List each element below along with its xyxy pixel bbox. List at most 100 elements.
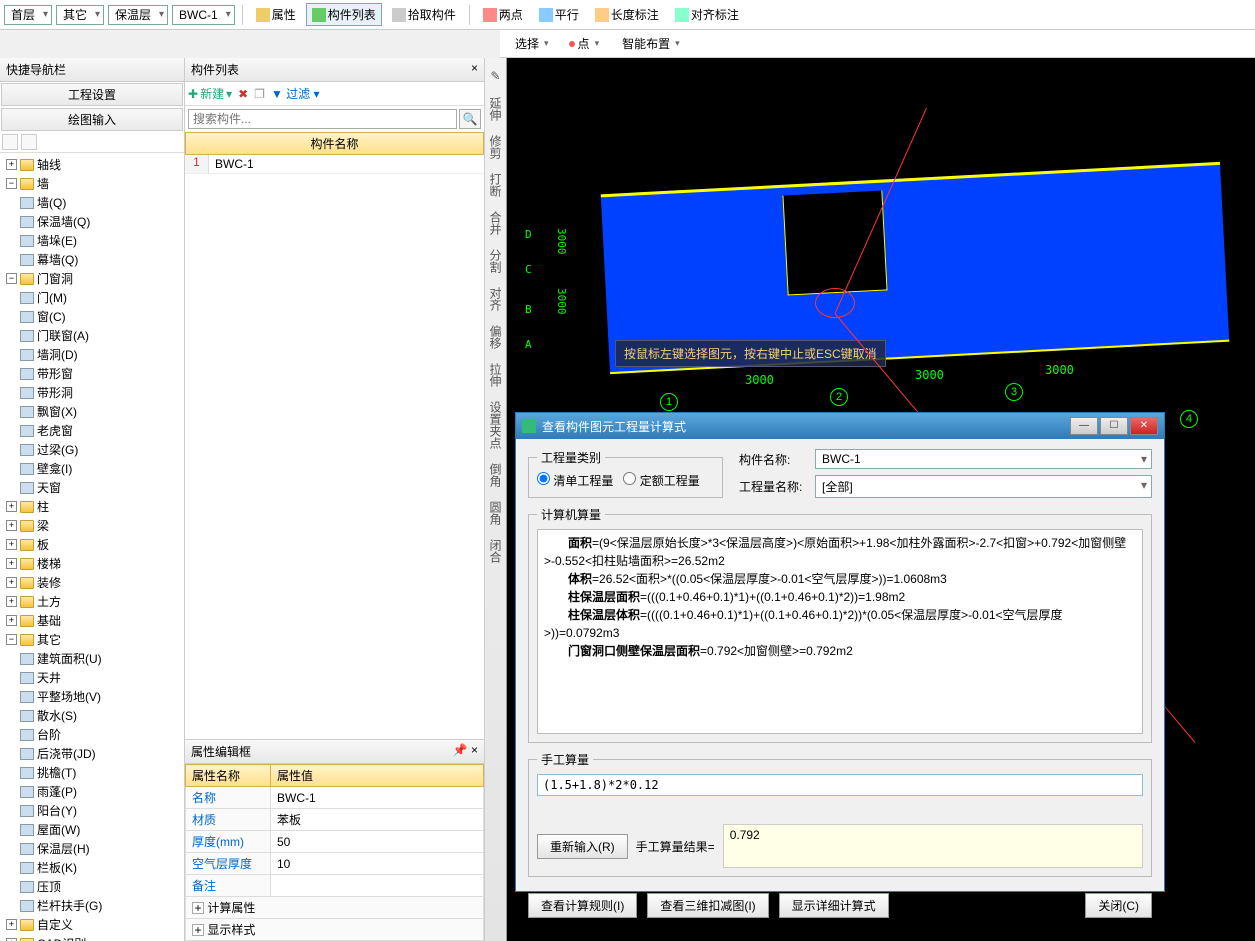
category-combo[interactable]: 其它 <box>56 5 104 25</box>
two-point-button[interactable]: 两点 <box>477 3 529 26</box>
tree-niche[interactable]: 壁龛(I) <box>2 459 182 478</box>
expand-all-icon[interactable] <box>2 134 18 150</box>
merge-tool[interactable]: 合并 <box>487 208 504 238</box>
pin-icon[interactable]: 📌 <box>453 743 468 757</box>
tree-wall-pier[interactable]: 墙垛(E) <box>2 231 182 250</box>
close-tool[interactable]: 闭合 <box>487 536 504 566</box>
filter-button[interactable]: ▼ 过滤 ▾ <box>271 85 320 102</box>
align-dim-button[interactable]: 对齐标注 <box>669 3 745 26</box>
minimize-button[interactable]: — <box>1070 417 1098 435</box>
tree-curtain-wall[interactable]: 幕墙(Q) <box>2 250 182 269</box>
new-button[interactable]: ✚新建 ▾ <box>188 85 232 102</box>
prop-calc-group[interactable]: + 计算属性 <box>186 897 484 919</box>
dialog-titlebar[interactable]: 查看构件图元工程量计算式 — ☐ ✕ <box>516 413 1164 439</box>
tree-wall-q[interactable]: 墙(Q) <box>2 193 182 212</box>
tree-patio[interactable]: 天井 <box>2 668 182 687</box>
split-tool[interactable]: 分割 <box>487 246 504 276</box>
tree-canopy[interactable]: 雨蓬(P) <box>2 782 182 801</box>
delete-button[interactable]: ✖ <box>238 87 248 101</box>
component-name-combo[interactable]: BWC-1 <box>815 449 1152 469</box>
close-icon[interactable]: × <box>471 743 478 757</box>
tree-railing-board[interactable]: 栏板(K) <box>2 858 182 877</box>
tree-steps[interactable]: 台阶 <box>2 725 182 744</box>
tree-strip-hole[interactable]: 带形洞 <box>2 383 182 402</box>
calc-text-area[interactable]: 面积=(9<保温层原始长度>*3<保温层高度>)<原始面积>+1.98<加柱外露… <box>537 529 1143 734</box>
section-project-settings[interactable]: 工程设置 <box>1 83 183 106</box>
tree-door[interactable]: 门(M) <box>2 288 182 307</box>
tree-insulation-layer[interactable]: 保温层(H) <box>2 839 182 858</box>
close-icon[interactable]: × <box>471 61 478 78</box>
tree-other[interactable]: −其它 <box>2 630 182 649</box>
tree-site-level[interactable]: 平整场地(V) <box>2 687 182 706</box>
prop-material-value[interactable]: 苯板 <box>271 809 484 831</box>
tree-coping[interactable]: 压顶 <box>2 877 182 896</box>
tree-wall[interactable]: −墙 <box>2 174 182 193</box>
search-button[interactable]: 🔍 <box>459 109 481 129</box>
tree-decoration[interactable]: +装修 <box>2 573 182 592</box>
tree-eaves[interactable]: 挑檐(T) <box>2 763 182 782</box>
tree-wall-hole[interactable]: 墙洞(D) <box>2 345 182 364</box>
smart-layout-button[interactable]: 智能布置 <box>612 32 687 55</box>
tree-roof[interactable]: 屋面(W) <box>2 820 182 839</box>
tree-insulation-wall[interactable]: 保温墙(Q) <box>2 212 182 231</box>
break-tool[interactable]: 打断 <box>487 170 504 200</box>
tree-foundation[interactable]: +基础 <box>2 611 182 630</box>
attributes-button[interactable]: 属性 <box>250 3 302 26</box>
brush-icon[interactable]: ✎ <box>489 66 503 86</box>
tree-apron[interactable]: 散水(S) <box>2 706 182 725</box>
stretch-tool[interactable]: 拉伸 <box>487 360 504 390</box>
tree-handrail[interactable]: 栏杆扶手(G) <box>2 896 182 915</box>
prop-airlayer-value[interactable]: 10 <box>271 853 484 875</box>
length-dim-button[interactable]: 长度标注 <box>589 3 665 26</box>
collapse-all-icon[interactable] <box>21 134 37 150</box>
norm-qty-radio[interactable]: 定额工程量 <box>623 474 699 488</box>
tree-bay-window[interactable]: 飘窗(X) <box>2 402 182 421</box>
reenter-button[interactable]: 重新输入(R) <box>537 834 628 859</box>
tree-beam[interactable]: +梁 <box>2 516 182 535</box>
tree-building-area[interactable]: 建筑面积(U) <box>2 649 182 668</box>
prop-name-value[interactable]: BWC-1 <box>271 787 484 809</box>
show-detail-button[interactable]: 显示详细计算式 <box>779 893 889 918</box>
floor-combo[interactable]: 首层 <box>4 5 52 25</box>
tree-custom[interactable]: +自定义 <box>2 915 182 934</box>
component-list-button[interactable]: 构件列表 <box>306 3 382 26</box>
tree-lintel[interactable]: 过梁(G) <box>2 440 182 459</box>
prop-thickness-value[interactable]: 50 <box>271 831 484 853</box>
extend-tool[interactable]: 延伸 <box>487 94 504 124</box>
tree-skylight[interactable]: 天窗 <box>2 478 182 497</box>
tree-cad[interactable]: +CAD识别 <box>2 934 182 941</box>
tree-window[interactable]: 窗(C) <box>2 307 182 326</box>
tree-dormer[interactable]: 老虎窗 <box>2 421 182 440</box>
tree-door-window[interactable]: 门联窗(A) <box>2 326 182 345</box>
parallel-button[interactable]: 平行 <box>533 3 585 26</box>
prop-display-group[interactable]: + 显示样式 <box>186 919 484 941</box>
trim-tool[interactable]: 修剪 <box>487 132 504 162</box>
view-3d-button[interactable]: 查看三维扣减图(I) <box>647 893 768 918</box>
grip-tool[interactable]: 设置夹点 <box>487 398 504 452</box>
view-calc-rule-button[interactable]: 查看计算规则(I) <box>528 893 637 918</box>
tree-stair[interactable]: +楼梯 <box>2 554 182 573</box>
tree-balcony[interactable]: 阳台(Y) <box>2 801 182 820</box>
tree-strip-window[interactable]: 带形窗 <box>2 364 182 383</box>
tree-slab[interactable]: +板 <box>2 535 182 554</box>
section-draw-input[interactable]: 绘图输入 <box>1 108 183 131</box>
select-tool-button[interactable]: 选择 <box>508 32 556 55</box>
tree-axis[interactable]: +轴线 <box>2 155 182 174</box>
close-dialog-button[interactable]: 关闭(C) <box>1085 893 1152 918</box>
window-opening[interactable] <box>782 190 887 295</box>
close-button[interactable]: ✕ <box>1130 417 1158 435</box>
component-combo[interactable]: BWC-1 <box>172 5 235 25</box>
search-input[interactable] <box>188 109 457 129</box>
tree-earthwork[interactable]: +土方 <box>2 592 182 611</box>
component-row[interactable]: 1 BWC-1 <box>185 155 484 174</box>
manual-formula-input[interactable] <box>537 774 1143 796</box>
offset-tool[interactable]: 偏移 <box>487 322 504 352</box>
subcategory-combo[interactable]: 保温层 <box>108 5 168 25</box>
maximize-button[interactable]: ☐ <box>1100 417 1128 435</box>
chamfer-tool[interactable]: 倒角 <box>487 460 504 490</box>
align-tool[interactable]: 对齐 <box>487 284 504 314</box>
tree-column[interactable]: +柱 <box>2 497 182 516</box>
quantity-name-combo[interactable]: [全部] <box>815 475 1152 498</box>
point-tool-button[interactable]: 点 <box>562 32 607 55</box>
fillet-tool[interactable]: 圆角 <box>487 498 504 528</box>
